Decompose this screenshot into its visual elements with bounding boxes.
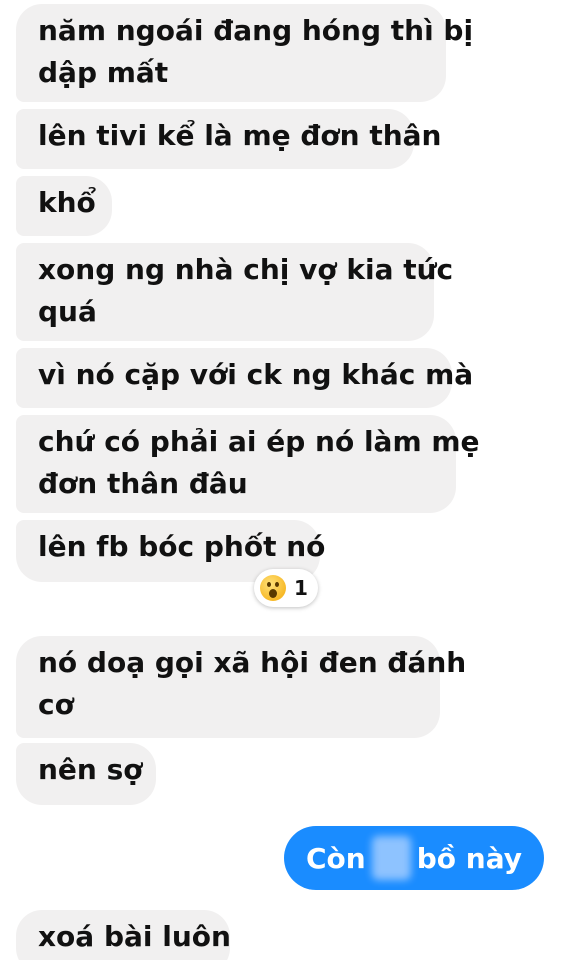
message-bubble[interactable]: vì nó cặp với ck ng khác mà [16,348,474,408]
message-reaction[interactable]: 1 [254,569,318,607]
message-bubble[interactable]: xong ng nhà chị vợ kia tức quá [16,243,454,341]
redacted-blur [371,836,411,880]
message-line: chứ có phải ai ép nó làm mẹ [38,425,480,458]
message-line: khổ [38,186,96,219]
message-line: nên sợ [38,753,143,786]
message-line: lên fb bóc phốt nó [38,530,326,563]
message-line: vì nó cặp với ck ng khác mà [38,358,474,391]
message-bubble[interactable]: nên sợ [16,743,156,805]
message-bubble[interactable]: xoá bài luôn [16,910,231,960]
message-line: lên tivi kể là mẹ đơn thân [38,119,442,152]
reaction-count: 1 [294,576,308,600]
outgoing-text-end: bồ này [416,841,522,875]
message-bubble[interactable]: khổ [16,176,112,236]
outgoing-message-bubble[interactable]: Còn bồ này [284,826,544,890]
message-line: xong ng nhà chị vợ kia tức [38,253,454,286]
message-bubble[interactable]: nó doạ gọi xã hội đen đánh cơ [16,636,467,738]
message-line: nó doạ gọi xã hội đen đánh [38,646,467,679]
outgoing-text-start: Còn [306,841,366,875]
wow-emoji-icon [260,575,286,601]
message-line: đơn thân đâu [38,467,248,500]
message-bubble[interactable]: chứ có phải ai ép nó làm mẹ đơn thân đâu [16,415,480,513]
message-line: dập mất [38,56,169,89]
message-line: cơ [38,688,74,721]
message-bubble[interactable]: lên tivi kể là mẹ đơn thân [16,109,442,169]
message-bubble[interactable]: năm ngoái đang hóng thì bị dập mất [16,4,474,102]
message-line: năm ngoái đang hóng thì bị [38,14,474,47]
message-line: quá [38,295,97,328]
message-line: xoá bài luôn [38,920,231,953]
